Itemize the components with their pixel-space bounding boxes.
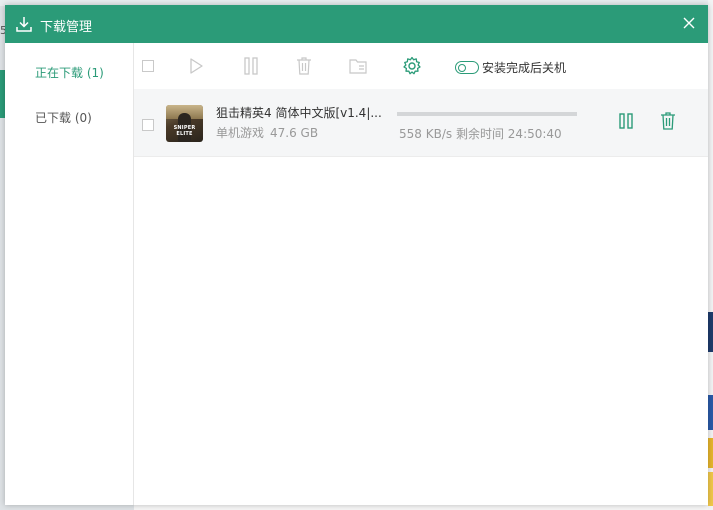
start-icon[interactable] bbox=[186, 56, 206, 76]
window-title: 下载管理 bbox=[40, 20, 93, 35]
shutdown-toggle[interactable] bbox=[455, 61, 479, 74]
select-all-checkbox[interactable] bbox=[142, 60, 154, 72]
download-speed: 558 KB/s bbox=[399, 127, 453, 141]
background-fragment bbox=[708, 212, 713, 224]
download-row: SNIPER ELITE 狙击精英4 简体中文版[v1.4|... 单机游戏 47… bbox=[134, 89, 708, 157]
background-banner bbox=[708, 312, 713, 352]
download-manager-dialog: 下载管理 正在下载 (1) 已下载 (0) 安装完成后关机 SNIPER ELI… bbox=[5, 5, 708, 505]
toggle-knob bbox=[457, 63, 466, 72]
row-pause-icon[interactable] bbox=[616, 111, 636, 131]
game-size: 47.6 GB bbox=[270, 126, 319, 140]
background-banner bbox=[708, 395, 713, 430]
trash-icon[interactable] bbox=[294, 56, 314, 76]
background-banner bbox=[708, 438, 713, 468]
remaining-label: 剩余时间 bbox=[455, 127, 504, 141]
thumbnail-logo-text: SNIPER ELITE bbox=[173, 125, 196, 137]
title-bar: 下载管理 bbox=[5, 5, 708, 43]
toolbar: 安装完成后关机 bbox=[134, 43, 708, 89]
gear-icon[interactable] bbox=[402, 56, 422, 76]
sidebar: 正在下载 (1) 已下载 (0) bbox=[5, 43, 134, 505]
download-status: 558 KB/s 剩余时间 24:50:40 bbox=[399, 125, 562, 142]
pause-icon[interactable] bbox=[241, 56, 261, 76]
sidebar-item-downloading[interactable]: 正在下载 (1) bbox=[35, 64, 104, 81]
download-icon bbox=[16, 17, 32, 32]
progress-bar bbox=[397, 112, 577, 116]
game-meta: 单机游戏 47.6 GB bbox=[216, 124, 318, 141]
row-checkbox[interactable] bbox=[142, 119, 154, 131]
row-trash-icon[interactable] bbox=[658, 111, 678, 131]
background-banner bbox=[708, 472, 713, 506]
remaining-time: 24:50:40 bbox=[507, 127, 562, 141]
shutdown-toggle-label: 安装完成后关机 bbox=[482, 61, 567, 75]
game-thumbnail: SNIPER ELITE bbox=[166, 105, 203, 142]
background-app-edge bbox=[708, 0, 713, 510]
game-title: 狙击精英4 简体中文版[v1.4|... bbox=[216, 106, 382, 120]
close-icon[interactable] bbox=[678, 12, 700, 34]
folder-icon[interactable] bbox=[348, 56, 368, 76]
sidebar-item-downloaded[interactable]: 已下载 (0) bbox=[35, 109, 92, 126]
game-category: 单机游戏 bbox=[216, 126, 265, 140]
